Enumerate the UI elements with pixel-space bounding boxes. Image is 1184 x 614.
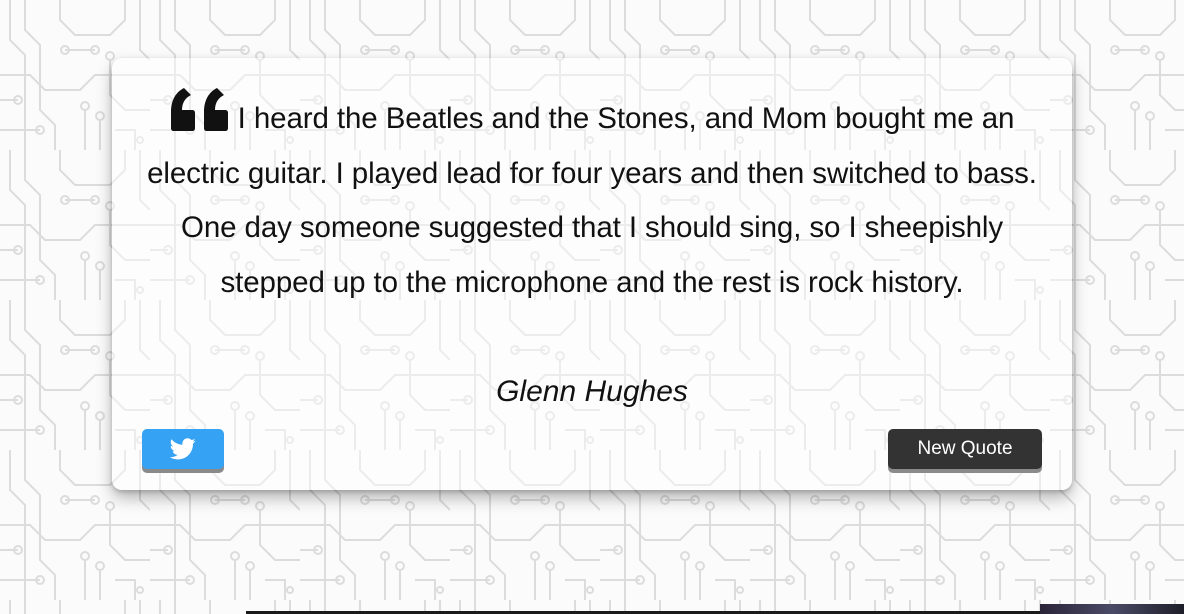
quote-author: Glenn Hughes [496,375,688,408]
quote-left-icon [170,88,228,131]
bottom-corner-thumbnail [1040,604,1184,614]
tweet-button[interactable] [142,429,224,469]
new-quote-button[interactable]: New Quote [888,429,1042,469]
twitter-icon [170,438,196,460]
quote-text: I heard the Beatles and the Stones, and … [142,86,1042,310]
quote-body: I heard the Beatles and the Stones, and … [147,102,1037,299]
quote-card: I heard the Beatles and the Stones, and … [112,58,1072,490]
